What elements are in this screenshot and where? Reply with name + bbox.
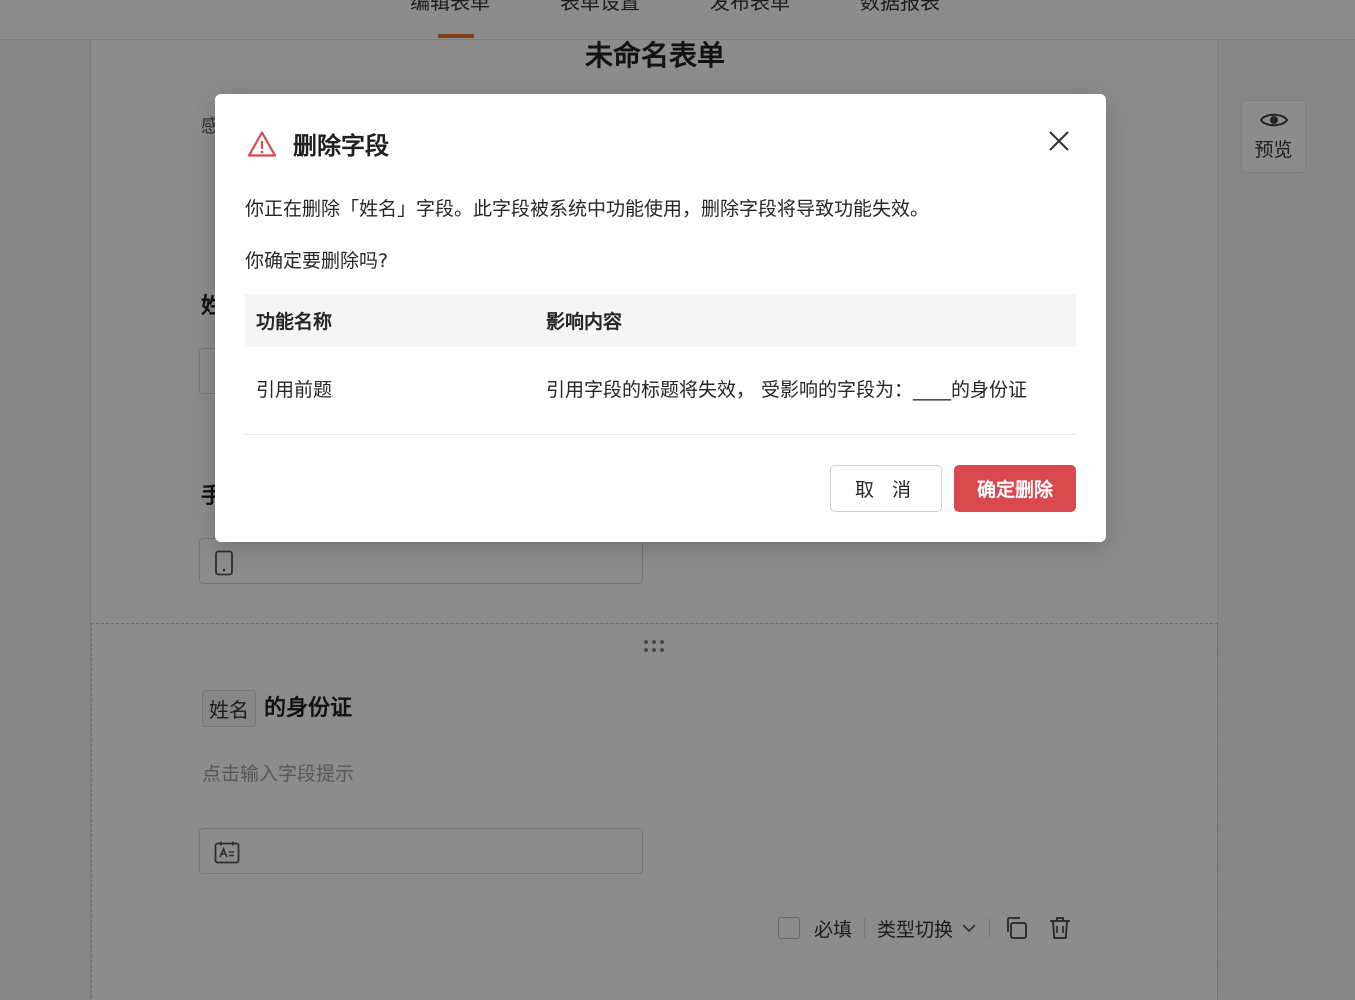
confirm-delete-button[interactable]: 确定删除 (954, 465, 1076, 512)
warning-icon (247, 130, 277, 158)
dialog-title: 删除字段 (293, 132, 389, 160)
delete-field-dialog: 删除字段 你正在删除「姓名」字段。此字段被系统中功能使用，删除字段将导致功能失效… (215, 94, 1106, 542)
column-header-feature: 功能名称 (245, 294, 535, 347)
dialog-header: 删除字段 (247, 126, 389, 161)
table-row: 引用前题 引用字段的标题将失效， 受影响的字段为：____的身份证 (245, 347, 1076, 435)
column-header-impact: 影响内容 (535, 294, 1076, 347)
cancel-button[interactable]: 取 消 (830, 465, 942, 512)
table-cell-feature: 引用前题 (245, 347, 535, 435)
dialog-confirm-question: 你确定要删除吗? (245, 250, 389, 272)
table-header-row: 功能名称 影响内容 (245, 294, 1076, 347)
dialog-message: 你正在删除「姓名」字段。此字段被系统中功能使用，删除字段将导致功能失效。 (245, 198, 930, 220)
table-cell-impact: 引用字段的标题将失效， 受影响的字段为：____的身份证 (535, 347, 1076, 435)
close-icon[interactable] (1046, 128, 1072, 154)
impact-table: 功能名称 影响内容 引用前题 引用字段的标题将失效， 受影响的字段为：____的… (245, 294, 1076, 435)
